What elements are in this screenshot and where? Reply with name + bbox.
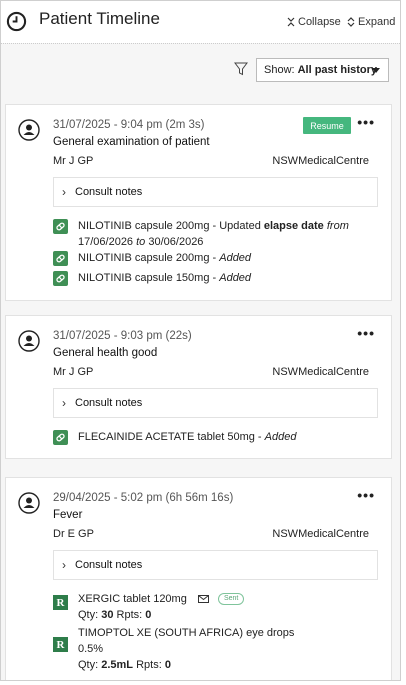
rpts-label: Rpts: xyxy=(136,659,162,671)
doctor-avatar-icon xyxy=(18,330,40,352)
consult-notes-toggle[interactable]: › Consult notes xyxy=(53,550,378,580)
item-name: XERGIC tablet 120mg xyxy=(78,593,187,605)
mail-icon xyxy=(197,595,209,604)
chevron-right-icon: › xyxy=(62,185,66,199)
item-new-date: 30/06/2026 xyxy=(148,236,204,248)
expand-icon xyxy=(347,17,355,27)
prescription-icon: R xyxy=(53,637,68,652)
sent-badge: Sent xyxy=(217,593,245,606)
entry-timestamp: 31/07/2025 - 9:03 pm (22s) xyxy=(53,330,192,342)
resume-button[interactable]: Resume xyxy=(303,117,351,134)
medication-icon xyxy=(53,251,68,266)
item-name: FLECAINIDE ACETATE tablet 50mg - xyxy=(78,431,265,443)
item-status: Added xyxy=(219,252,252,264)
entry-clinic: NSWMedicalCentre xyxy=(272,366,369,378)
chevron-right-icon: › xyxy=(62,396,66,410)
consult-notes-label: Consult notes xyxy=(75,186,143,198)
item-status: Added xyxy=(219,272,252,284)
timeline-entry: 29/04/2025 - 5:02 pm (6h 56m 16s) Fever … xyxy=(5,477,392,680)
chevron-down-icon xyxy=(372,68,380,73)
doctor-avatar-icon xyxy=(18,492,40,514)
medication-added-item: FLECAINIDE ACETATE tablet 50mg - Added xyxy=(53,429,296,445)
medication-change-item: NILOTINIB capsule 200mg - Updated elapse… xyxy=(53,218,349,250)
more-options-icon[interactable]: ••• xyxy=(357,115,375,129)
item-name: NILOTINIB capsule 200mg - xyxy=(78,252,220,264)
prescription-item: R XERGIC tablet 120mg Sent Qty: 30 Rpts:… xyxy=(53,591,245,623)
entry-reason: Fever xyxy=(53,509,83,521)
clock-icon xyxy=(6,11,27,32)
item-from-label: from xyxy=(326,220,349,232)
item-strength: 0.5% xyxy=(78,643,104,655)
timeline-entry: 31/07/2025 - 9:03 pm (22s) General healt… xyxy=(5,315,392,459)
entry-reason: General examination of patient xyxy=(53,136,210,148)
medication-icon xyxy=(53,271,68,286)
item-status: Added xyxy=(264,431,297,443)
entry-timestamp: 31/07/2025 - 9:04 pm (2m 3s) xyxy=(53,119,205,131)
consult-notes-label: Consult notes xyxy=(75,397,143,409)
item-field: elapse date xyxy=(263,220,324,232)
page-title: Patient Timeline xyxy=(39,9,160,28)
rpts-label: Rpts: xyxy=(116,609,143,621)
doctor-avatar-icon xyxy=(18,119,40,141)
show-select-value: All past history xyxy=(297,64,378,76)
medication-icon xyxy=(53,430,68,445)
entry-doctor: Mr J GP xyxy=(53,366,94,378)
entry-clinic: NSWMedicalCentre xyxy=(272,528,369,540)
entry-doctor: Dr E GP xyxy=(53,528,94,540)
more-options-icon[interactable]: ••• xyxy=(357,326,375,340)
more-options-icon[interactable]: ••• xyxy=(357,488,375,502)
chevron-right-icon: › xyxy=(62,558,66,572)
timeline-entry: 31/07/2025 - 9:04 pm (2m 3s) General exa… xyxy=(5,104,392,301)
collapse-icon xyxy=(287,17,295,27)
item-old-date: 17/06/2026 xyxy=(78,236,134,248)
medication-added-item: NILOTINIB capsule 150mg - Added xyxy=(53,270,251,286)
item-to-label: to xyxy=(136,236,146,248)
show-history-select[interactable]: Show: All past history xyxy=(256,58,389,82)
qty-value: 30 xyxy=(101,609,114,621)
prescription-icon: R xyxy=(53,595,68,610)
item-name: NILOTINIB capsule 150mg - xyxy=(78,272,220,284)
qty-label: Qty: xyxy=(78,609,99,621)
panel-header: Patient Timeline Collapse Expand xyxy=(1,1,400,43)
collapse-label: Collapse xyxy=(298,16,341,28)
medication-added-item: NILOTINIB capsule 200mg - Added xyxy=(53,250,251,266)
expand-button[interactable]: Expand xyxy=(347,16,395,28)
item-text: NILOTINIB capsule 200mg - Updated xyxy=(78,220,264,232)
collapse-button[interactable]: Collapse xyxy=(287,16,341,28)
rpts-value: 0 xyxy=(164,659,171,671)
consult-notes-label: Consult notes xyxy=(75,559,143,571)
qty-value: 2.5mL xyxy=(101,659,134,671)
qty-label: Qty: xyxy=(78,659,99,671)
rpts-value: 0 xyxy=(145,609,152,621)
filter-toolbar: Show: All past history xyxy=(1,43,400,93)
entry-doctor: Mr J GP xyxy=(53,155,94,167)
medication-icon xyxy=(53,219,68,234)
entry-clinic: NSWMedicalCentre xyxy=(272,155,369,167)
prescription-item: R TIMOPTOL XE (SOUTH AFRICA) eye drops 0… xyxy=(53,625,294,673)
consult-notes-toggle[interactable]: › Consult notes xyxy=(53,388,378,418)
item-name: TIMOPTOL XE (SOUTH AFRICA) eye drops xyxy=(78,627,295,639)
consult-notes-toggle[interactable]: › Consult notes xyxy=(53,177,378,207)
entry-reason: General health good xyxy=(53,347,158,359)
entry-timestamp: 29/04/2025 - 5:02 pm (6h 56m 16s) xyxy=(53,492,234,504)
expand-label: Expand xyxy=(358,16,396,28)
filter-icon[interactable] xyxy=(234,62,248,76)
patient-timeline-panel: Patient Timeline Collapse Expand Show: A… xyxy=(0,0,401,681)
show-select-prefix: Show: xyxy=(264,64,295,76)
